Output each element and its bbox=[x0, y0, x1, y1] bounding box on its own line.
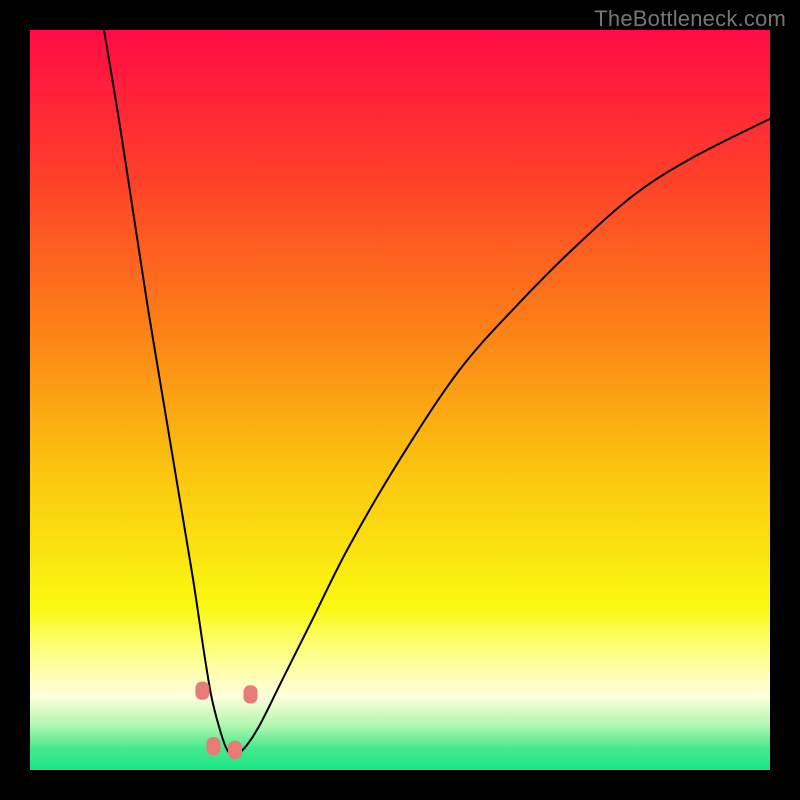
chart-canvas: TheBottleneck.com bbox=[0, 0, 800, 800]
chart-svg bbox=[30, 30, 770, 770]
curve-marker bbox=[244, 685, 258, 703]
curve-marker bbox=[228, 741, 242, 759]
curve-marker bbox=[195, 682, 209, 700]
curve-marker bbox=[207, 737, 221, 755]
plot-area bbox=[30, 30, 770, 770]
gradient-background bbox=[30, 30, 770, 770]
watermark-text: TheBottleneck.com bbox=[594, 6, 786, 32]
